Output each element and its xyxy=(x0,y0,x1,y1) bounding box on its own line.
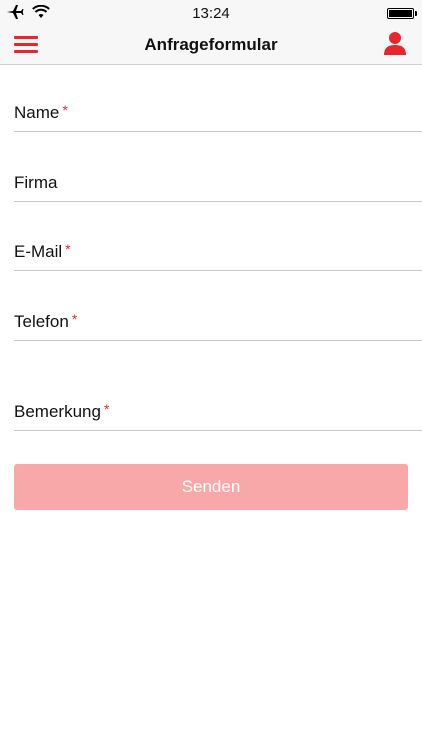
phone-label: Telefon xyxy=(14,312,69,331)
required-marker: * xyxy=(65,241,71,257)
company-label: Firma xyxy=(14,173,58,192)
name-label: Name xyxy=(14,103,60,122)
battery-icon xyxy=(387,8,417,19)
phone-field[interactable]: Telefon * xyxy=(14,310,422,341)
remarks-label: Bemerkung xyxy=(14,402,101,421)
status-time: 13:24 xyxy=(192,5,230,22)
screen: 13:24 Anfrageformular Name * Firma E-Mai… xyxy=(0,0,422,750)
email-label: E-Mail xyxy=(14,242,63,261)
nav-bar: Anfrageformular xyxy=(0,28,422,65)
required-marker: * xyxy=(103,401,110,417)
remarks-field[interactable]: Bemerkung * xyxy=(14,400,422,431)
email-field[interactable]: E-Mail * xyxy=(14,240,422,271)
status-bar: 13:24 xyxy=(0,0,422,28)
name-field[interactable]: Name * xyxy=(14,101,422,132)
required-marker: * xyxy=(71,311,78,327)
submit-button[interactable]: Senden xyxy=(14,464,408,510)
profile-button[interactable] xyxy=(382,30,408,56)
company-field[interactable]: Firma xyxy=(14,171,422,202)
required-marker: * xyxy=(62,102,68,118)
user-icon xyxy=(384,32,406,55)
page-title: Anfrageformular xyxy=(144,35,278,54)
